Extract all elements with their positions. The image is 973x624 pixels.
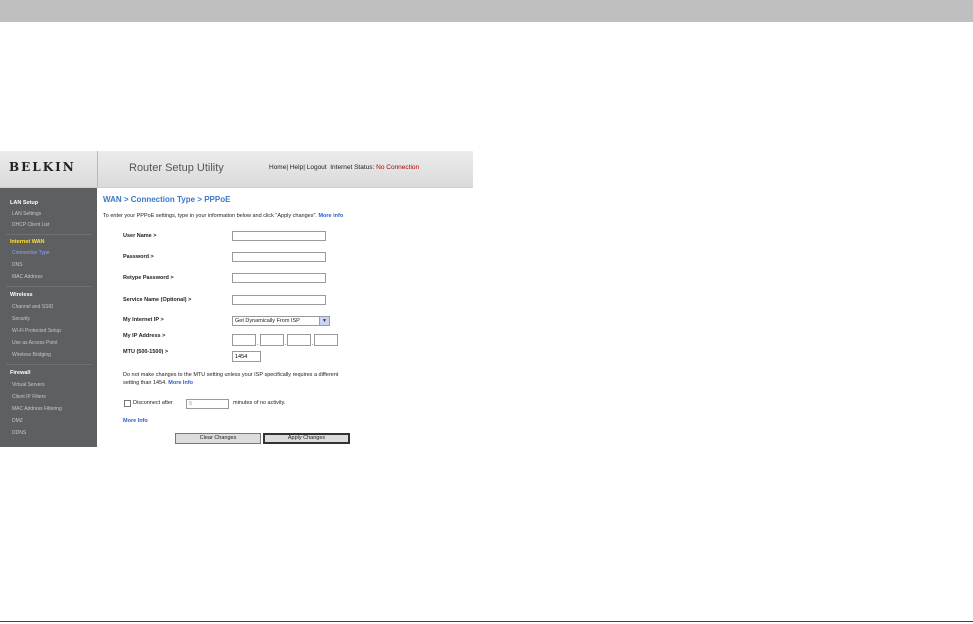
sidebar-section-wireless: Wireless: [10, 292, 33, 298]
header-divider: [97, 151, 98, 187]
sidebar-item-dns[interactable]: DNS: [12, 262, 23, 268]
mtu-note: Do not make changes to the MTU setting u…: [123, 372, 423, 387]
page-title: WAN > Connection Type > PPPoE: [103, 195, 231, 204]
sidebar-item-connection-type[interactable]: Connection Type: [12, 250, 49, 256]
internet-status-label: Internet Status:: [330, 164, 375, 171]
internet-ip-selected: Get Dynamically From ISP: [235, 318, 300, 324]
app-title: Router Setup Utility: [129, 162, 224, 174]
sidebar: LAN Setup LAN Settings DHCP Client List …: [0, 188, 97, 447]
retype-password-label: Retype Password >: [123, 275, 174, 281]
mtu-note-line1: Do not make changes to the MTU setting u…: [123, 372, 339, 378]
clear-changes-button[interactable]: Clear Changes: [175, 433, 261, 444]
sidebar-item-wps[interactable]: Wi-Fi Protected Setup: [12, 328, 61, 334]
sidebar-item-wireless-bridging[interactable]: Wireless Bridging: [12, 352, 51, 358]
ip-dot: .: [257, 341, 259, 347]
sidebar-section-firewall: Firewall: [10, 370, 31, 376]
sidebar-item-channel-ssid[interactable]: Channel and SSID: [12, 304, 53, 310]
password-label: Password >: [123, 254, 154, 260]
mtu-input[interactable]: [232, 351, 261, 362]
sidebar-divider: [6, 364, 92, 365]
ip-octet-2[interactable]: [260, 334, 284, 346]
sidebar-item-virtual-servers[interactable]: Virtual Servers: [12, 382, 45, 388]
chevron-down-icon[interactable]: ▼: [319, 317, 329, 325]
mtu-label: MTU (500-1500) >: [123, 349, 169, 355]
sidebar-item-mac-filtering[interactable]: MAC Address Filtering: [12, 406, 62, 412]
ip-octet-3[interactable]: [287, 334, 311, 346]
ip-address-label: My IP Address >: [123, 333, 166, 339]
belkin-logo: BELKIN: [9, 160, 76, 174]
ip-octet-4[interactable]: [314, 334, 338, 346]
password-input[interactable]: [232, 252, 326, 262]
sidebar-section-internet-wan: Internet WAN: [10, 239, 45, 245]
user-name-input[interactable]: [232, 231, 326, 241]
internet-ip-select[interactable]: Get Dynamically From ISP ▼: [232, 316, 330, 326]
internet-ip-label: My Internet IP >: [123, 317, 164, 323]
service-name-input[interactable]: [232, 295, 326, 305]
main-content: WAN > Connection Type > PPPoE To enter y…: [97, 188, 473, 447]
header: BELKIN Router Setup Utility Home| Help| …: [0, 151, 473, 188]
bottom-rule: [0, 621, 973, 622]
apply-changes-button[interactable]: Apply Changes: [263, 433, 350, 444]
router-setup-screenshot: BELKIN Router Setup Utility Home| Help| …: [0, 151, 473, 447]
sidebar-item-security[interactable]: Security: [12, 316, 30, 322]
internet-status-value: No Connection: [376, 164, 420, 171]
mtu-note-line2: setting than 1454.: [123, 379, 167, 386]
sidebar-item-access-point[interactable]: Use as Access Point: [12, 340, 58, 346]
sidebar-divider: [6, 234, 92, 235]
sidebar-divider: [6, 286, 92, 287]
intro-text: To enter your PPPoE settings, type in yo…: [103, 213, 343, 219]
sidebar-item-client-ip-filters[interactable]: Client IP Filters: [12, 394, 46, 400]
sidebar-section-lan-setup: LAN Setup: [10, 200, 39, 206]
intro-sentence: To enter your PPPoE settings, type in yo…: [103, 213, 317, 219]
header-nav: Home| Help| Logout Internet Status: No C…: [269, 164, 419, 171]
logout-link[interactable]: Logout: [307, 164, 327, 171]
sidebar-item-dhcp-client-list[interactable]: DHCP Client List: [12, 222, 49, 228]
disconnect-minutes-input[interactable]: [186, 399, 229, 409]
disconnect-label: Disconnect after: [133, 400, 173, 406]
home-link[interactable]: Home: [269, 164, 286, 171]
ip-octet-1[interactable]: [232, 334, 256, 346]
retype-password-input[interactable]: [232, 273, 326, 283]
sidebar-item-lan-settings[interactable]: LAN Settings: [12, 211, 41, 217]
disconnect-suffix: minutes of no activity.: [233, 400, 286, 406]
more-info-link-bottom[interactable]: More Info: [123, 418, 148, 424]
help-link[interactable]: Help: [290, 164, 303, 171]
disconnect-checkbox[interactable]: [124, 400, 131, 407]
service-name-label: Service Name (Optional) >: [123, 297, 192, 303]
more-info-link[interactable]: More info: [318, 213, 343, 219]
sidebar-item-ddns[interactable]: DDNS: [12, 430, 26, 436]
top-gray-bar: [0, 0, 973, 22]
sidebar-item-dmz[interactable]: DMZ: [12, 418, 23, 424]
mtu-more-info-link[interactable]: More Info: [168, 380, 193, 386]
sidebar-item-mac-address[interactable]: MAC Address: [12, 274, 43, 280]
user-name-label: User Name >: [123, 233, 157, 239]
